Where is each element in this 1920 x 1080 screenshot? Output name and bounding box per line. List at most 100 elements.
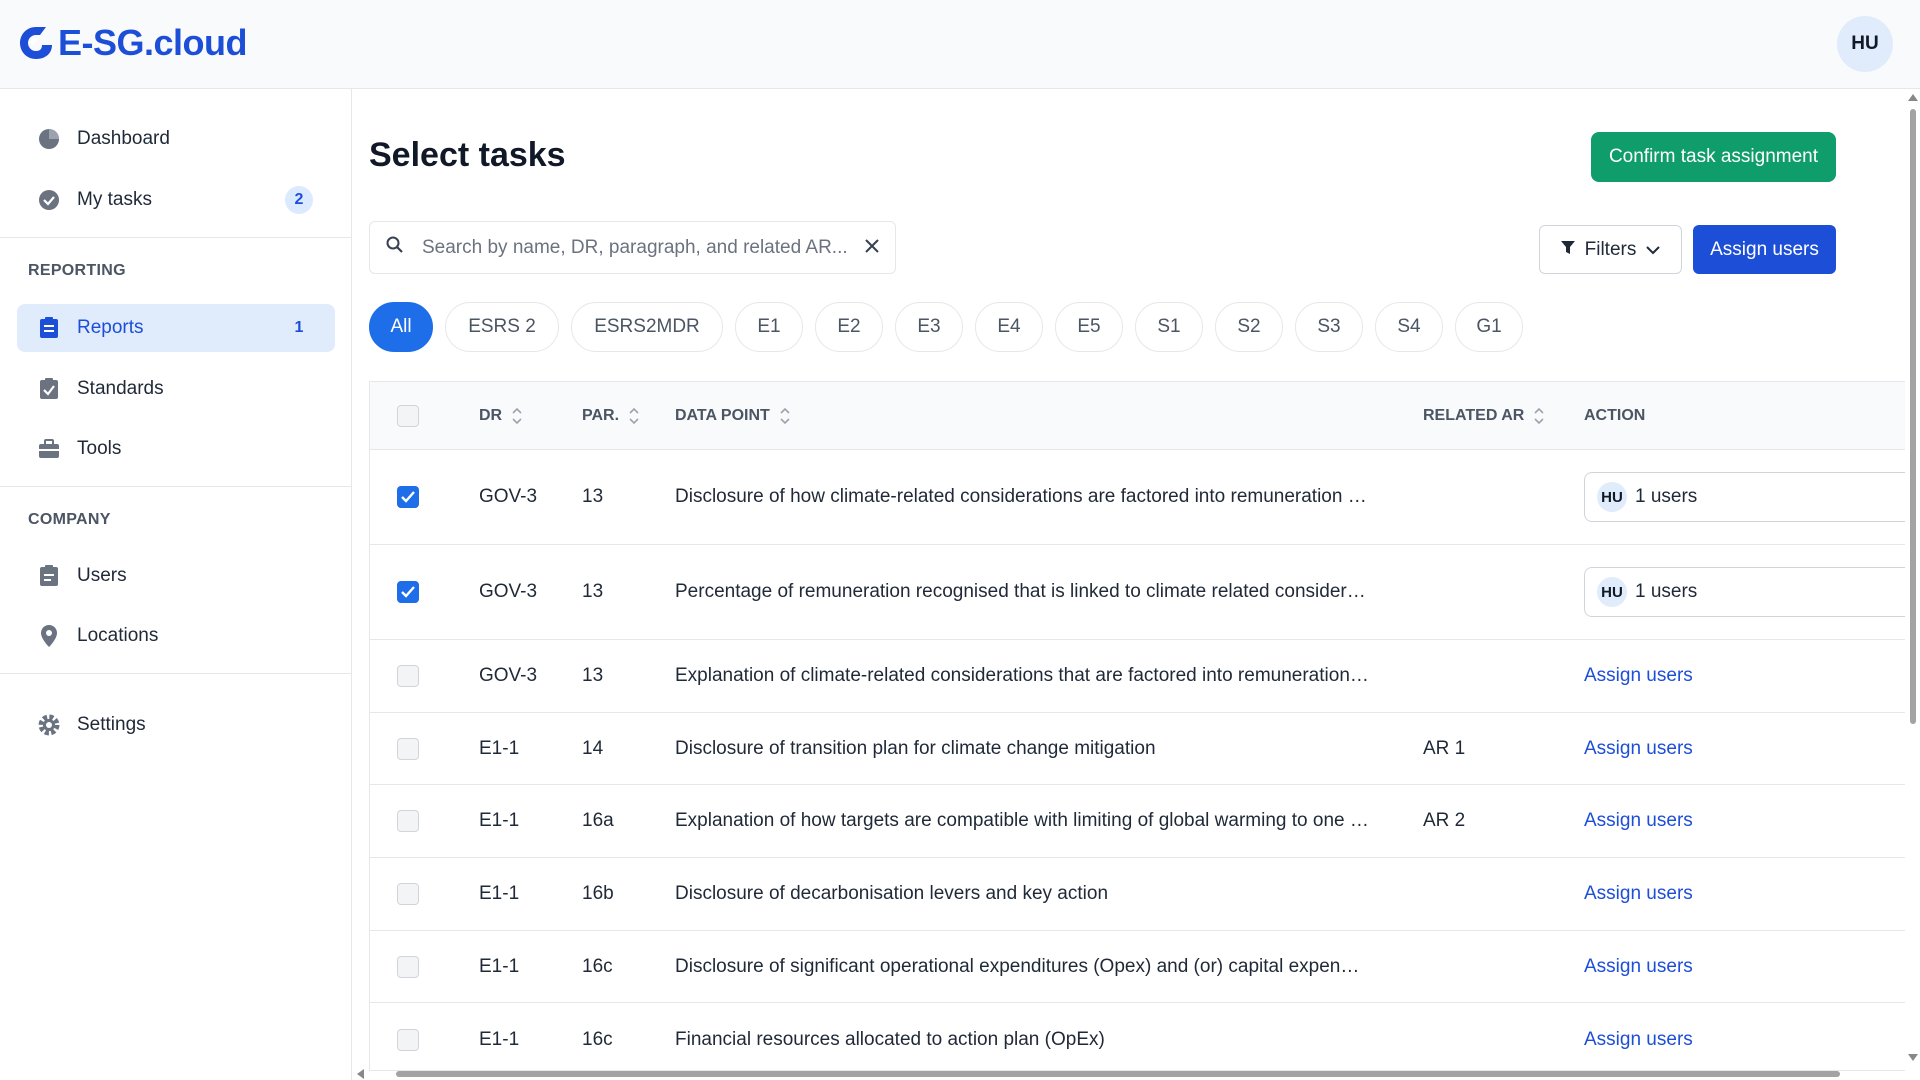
row-checkbox[interactable] [397,955,419,978]
row-checkbox-cell [397,713,419,784]
assign-users-link[interactable]: Assign users [1584,858,1693,930]
chip-all[interactable]: All [369,302,433,352]
chip-e3[interactable]: E3 [895,302,963,352]
sort-icon[interactable] [780,407,790,425]
data-point-cell: Disclosure of decarbonisation levers and… [675,883,1109,904]
sidebar-item-settings[interactable]: Settings [17,701,335,749]
table-row[interactable]: E1-1 16c Disclosure of significant opera… [370,931,1909,1003]
logo[interactable]: E-SG.cloud [16,22,248,64]
chip-e1[interactable]: E1 [735,302,803,352]
chip-e4[interactable]: E4 [975,302,1043,352]
table-row[interactable]: GOV-3 13 Disclosure of how climate-relat… [370,450,1909,545]
table-row[interactable]: E1-1 14 Disclosure of transition plan fo… [370,713,1909,785]
chip-g1[interactable]: G1 [1455,302,1523,352]
row-checkbox[interactable] [397,1028,419,1051]
table-row[interactable]: GOV-3 13 Explanation of climate-related … [370,640,1909,713]
row-checkbox[interactable] [397,737,419,760]
chip-s1[interactable]: S1 [1135,302,1203,352]
column-header-par[interactable]: PAR. [582,382,639,450]
select-all-checkbox[interactable] [397,405,419,427]
scroll-down-icon[interactable] [1908,1054,1918,1062]
vertical-scrollbar[interactable] [1905,89,1920,1080]
chip-e5[interactable]: E5 [1055,302,1123,352]
column-header-dr[interactable]: DR [479,382,522,450]
confirm-task-assignment-button[interactable]: Confirm task assignment [1591,132,1836,182]
clear-search-icon[interactable] [865,237,879,259]
sidebar-item-my-tasks[interactable]: My tasks 2 [17,176,335,224]
sidebar-item-label: My tasks [77,189,152,210]
sidebar-item-label: Dashboard [77,128,170,149]
column-header-related-ar[interactable]: RELATED AR [1423,382,1544,450]
chip-esrs2mdr[interactable]: ESRS2MDR [571,302,723,352]
chip-esrs2[interactable]: ESRS 2 [445,302,559,352]
assigned-users-select[interactable]: HU 1 users [1584,472,1909,522]
dr-cell: E1-1 [479,1028,520,1050]
table-row[interactable]: E1-1 16a Explanation of how targets are … [370,785,1909,858]
user-avatar[interactable]: HU [1837,16,1893,72]
scroll-left-icon[interactable] [356,1069,364,1079]
check-circle-icon [37,188,61,212]
table-row[interactable]: E1-1 16b Disclosure of decarbonisation l… [370,858,1909,931]
horizontal-scrollbar-thumb[interactable] [396,1071,1840,1077]
row-checkbox[interactable] [397,581,419,603]
assign-users-link[interactable]: Assign users [1584,785,1693,857]
map-pin-icon [37,624,61,648]
par-cell: 16b [582,883,614,904]
assign-users-link[interactable]: Assign users [1584,640,1693,712]
dr-cell: GOV-3 [479,665,538,686]
chip-s2[interactable]: S2 [1215,302,1283,352]
filters-button[interactable]: Filters [1539,225,1682,274]
vertical-scrollbar-thumb[interactable] [1910,109,1916,724]
horizontal-scrollbar[interactable] [352,1067,1905,1080]
dr-cell: E1-1 [479,883,520,904]
sidebar-item-label: Settings [77,714,146,735]
assign-users-link[interactable]: Assign users [1584,1003,1693,1070]
logo-text: E-SG.cloud [58,22,248,63]
search-box[interactable]: Search by name, DR, paragraph, and relat… [369,221,896,274]
tasks-count-badge: 2 [285,186,313,214]
chip-s4[interactable]: S4 [1375,302,1443,352]
dr-cell: E1-1 [479,955,520,977]
chip-e2[interactable]: E2 [815,302,883,352]
scroll-up-icon[interactable] [1908,93,1918,101]
related-ar-cell: AR 2 [1423,810,1466,831]
row-checkbox[interactable] [397,810,419,832]
sidebar-item-standards[interactable]: Standards [17,365,335,413]
sidebar-item-reports[interactable]: Reports 1 [17,304,335,352]
table-row[interactable]: E1-1 16c Financial resources allocated t… [370,1003,1909,1070]
sidebar-item-users[interactable]: Users [17,552,335,600]
dr-cell: GOV-3 [479,486,538,507]
row-checkbox[interactable] [397,665,419,687]
user-avatar: HU [1597,482,1627,512]
row-checkbox[interactable] [397,486,419,508]
column-header-data-point[interactable]: DATA POINT [675,382,790,450]
sidebar-item-locations[interactable]: Locations [17,612,335,660]
table-row[interactable]: GOV-3 13 Percentage of remuneration reco… [370,545,1909,640]
chip-s3[interactable]: S3 [1295,302,1363,352]
par-cell: 14 [582,737,604,759]
search-input[interactable]: Search by name, DR, paragraph, and relat… [422,237,865,259]
search-icon [386,236,404,260]
par-cell: 16a [582,810,614,831]
sort-icon[interactable] [1534,407,1544,425]
logo-icon [20,27,52,59]
sort-icon[interactable] [512,407,522,425]
sidebar: Dashboard My tasks 2 REPORTING Reports 1… [0,89,352,1080]
assign-users-link[interactable]: Assign users [1584,713,1693,784]
section-title-company: COMPANY [28,511,111,528]
filters-label: Filters [1584,238,1637,260]
top-bar: E-SG.cloud HU [0,0,1920,89]
clipboard-check-icon [37,377,61,401]
select-all-checkbox-cell [397,382,419,450]
row-checkbox[interactable] [397,883,419,905]
assign-users-link[interactable]: Assign users [1584,931,1693,1002]
sidebar-item-tools[interactable]: Tools [17,425,335,473]
related-ar-cell: AR 1 [1423,737,1466,759]
sidebar-item-dashboard[interactable]: Dashboard [17,115,335,163]
sort-icon[interactable] [629,407,639,425]
sidebar-item-label: Locations [77,625,159,646]
data-point-cell: Explanation of how targets are compatibl… [675,810,1369,831]
assigned-users-select[interactable]: HU 1 users [1584,567,1909,617]
assign-users-button[interactable]: Assign users [1693,225,1836,274]
chevron-down-icon [1646,239,1661,261]
